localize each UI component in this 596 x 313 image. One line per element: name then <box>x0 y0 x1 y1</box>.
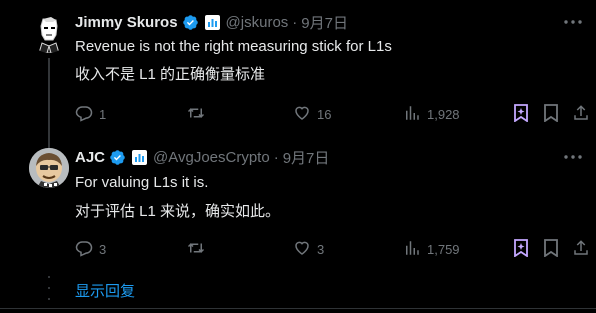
retweet-icon <box>186 239 206 260</box>
affiliate-icon[interactable] <box>132 150 148 165</box>
retweet-button[interactable] <box>186 104 212 125</box>
reply-icon <box>75 239 93 260</box>
grok-bookmark-button[interactable] <box>513 104 529 125</box>
bookmark-icon <box>543 239 559 260</box>
like-icon <box>293 104 311 125</box>
separator: · <box>292 14 298 31</box>
tweet-date[interactable]: 9月7日 <box>301 12 348 33</box>
views-button[interactable]: 1,928 <box>403 104 460 125</box>
avatar[interactable] <box>29 13 69 53</box>
reply-button[interactable]: 3 <box>75 239 106 260</box>
more-icon[interactable] <box>562 148 584 166</box>
reply-count: 3 <box>99 242 107 257</box>
separator: · <box>273 149 279 166</box>
reply-count: 1 <box>99 107 107 122</box>
action-bar: 3 3 1,759 <box>0 239 596 261</box>
tweet[interactable]: AJC @AvgJoesCrypto · 9月7日 For valuing L1… <box>0 140 596 268</box>
more-icon[interactable] <box>562 13 584 31</box>
thread-dots <box>47 276 51 300</box>
views-icon <box>403 104 421 125</box>
affiliate-icon[interactable] <box>204 15 220 30</box>
avatar[interactable] <box>29 148 69 188</box>
tweet-text: Revenue is not the right measuring stick… <box>75 38 392 55</box>
author-name[interactable]: AJC <box>75 149 105 166</box>
retweet-icon <box>186 104 206 125</box>
share-button[interactable] <box>572 104 590 125</box>
author-handle[interactable]: @jskuros <box>226 14 289 31</box>
bookmark-button[interactable] <box>543 104 559 125</box>
divider <box>0 308 596 309</box>
reply-icon <box>75 104 93 125</box>
retweet-button[interactable] <box>186 239 212 260</box>
tweet-text: For valuing L1s it is. <box>75 174 209 191</box>
tweet-date[interactable]: 9月7日 <box>283 147 330 168</box>
tweet-header: AJC @AvgJoesCrypto · 9月7日 <box>75 147 329 168</box>
like-button[interactable]: 16 <box>293 104 331 125</box>
tweet-translation: 收入不是 L1 的正确衡量标准 <box>75 66 266 83</box>
verified-icon <box>109 149 126 166</box>
share-icon <box>572 239 590 260</box>
tweet-translation: 对于评估 L1 来说，确实如此。 <box>75 203 281 220</box>
views-count: 1,759 <box>427 242 460 257</box>
views-button[interactable]: 1,759 <box>403 239 460 260</box>
action-bar: 1 16 1,928 <box>0 104 596 126</box>
like-count: 16 <box>317 107 332 122</box>
grok-bookmark-button[interactable] <box>513 239 529 260</box>
views-count: 1,928 <box>427 107 460 122</box>
like-count: 3 <box>317 242 325 257</box>
bookmark-icon <box>543 104 559 125</box>
verified-icon <box>182 14 199 31</box>
bookmark-button[interactable] <box>543 239 559 260</box>
tweet-header: Jimmy Skuros @jskuros · 9月7日 <box>75 12 348 33</box>
grok-bookmark-icon <box>513 104 529 125</box>
author-handle[interactable]: @AvgJoesCrypto <box>153 149 270 166</box>
reply-button[interactable]: 1 <box>75 104 106 125</box>
share-icon <box>572 104 590 125</box>
grok-bookmark-icon <box>513 239 529 260</box>
views-icon <box>403 239 421 260</box>
tweet[interactable]: Jimmy Skuros @jskuros · 9月7日 Revenue is … <box>0 0 596 152</box>
share-button[interactable] <box>572 239 590 260</box>
like-button[interactable]: 3 <box>293 239 324 260</box>
show-replies-link[interactable]: 显示回复 <box>75 280 135 301</box>
author-name[interactable]: Jimmy Skuros <box>75 14 178 31</box>
like-icon <box>293 239 311 260</box>
